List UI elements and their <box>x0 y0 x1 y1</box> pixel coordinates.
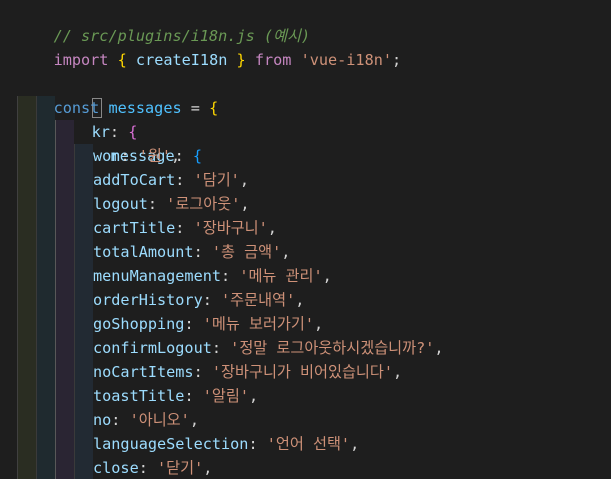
code-line-entry[interactable]: close: '닫기', <box>93 456 212 479</box>
entry-key: no <box>93 411 112 429</box>
entry-key: confirmLogout <box>93 339 212 357</box>
entry-value: '원' <box>138 147 171 165</box>
entry-key: addToCart <box>93 171 176 189</box>
module-string: 'vue-i18n' <box>300 51 392 69</box>
entry-key: cartTitle <box>93 219 176 237</box>
code-line-entry[interactable]: won: '원', <box>93 144 180 168</box>
code-line-message[interactable]: message: { <box>74 120 202 165</box>
code-editor[interactable]: // src/plugins/i18n.js (예시) import { cre… <box>0 0 611 479</box>
entry-key: noCartItems <box>93 363 194 381</box>
entry-value: '주문내역' <box>221 291 296 309</box>
entry-value: '닫기' <box>157 459 204 477</box>
indent-guide-4 <box>74 144 93 479</box>
entry-key: languageSelection <box>93 435 249 453</box>
entry-value: '메뉴 관리' <box>239 267 323 285</box>
indent-guide-3 <box>55 120 74 479</box>
entry-key: orderHistory <box>93 291 203 309</box>
code-line-kr[interactable]: kr: { <box>55 96 138 141</box>
code-line-entry[interactable]: menuManagement: '메뉴 관리', <box>93 264 332 288</box>
entry-value: '담기' <box>193 171 240 189</box>
entry-value: '언어 선택' <box>266 435 351 453</box>
entry-key: close <box>93 459 139 477</box>
function-name: createI18n <box>135 51 228 69</box>
entry-key: toastTitle <box>93 387 185 405</box>
indent-guide-line-4 <box>74 144 75 479</box>
code-line-entry[interactable]: no: '아니오', <box>93 408 199 432</box>
entry-value: '장바구니' <box>193 219 268 237</box>
entry-value: '메뉴 보러가기' <box>202 315 315 333</box>
brace-open: { <box>117 51 127 69</box>
indent-guide-line-3 <box>55 120 56 479</box>
keyword-import: import <box>53 51 109 69</box>
code-line-entry[interactable]: goShopping: '메뉴 보러가기', <box>93 312 323 336</box>
semicolon: ; <box>392 51 402 69</box>
brace-open: { <box>209 99 219 117</box>
indent-guide-2 <box>36 96 55 479</box>
code-line-entry[interactable]: confirmLogout: '정말 로그아웃하시겠습니까?', <box>93 336 444 360</box>
entry-key: won <box>93 147 121 165</box>
keyword-from: from <box>254 51 292 69</box>
brace-close: } <box>236 51 246 69</box>
entry-value: '아니오' <box>129 411 190 429</box>
indent-guide-1 <box>17 96 36 479</box>
entry-value: '알림' <box>202 387 249 405</box>
equals-sign: = <box>190 99 200 117</box>
code-line-entry[interactable]: noCartItems: '장바구니가 비어있습니다', <box>93 360 402 384</box>
entry-key: totalAmount <box>93 243 194 261</box>
indent-guide-line-1 <box>17 96 18 479</box>
code-line-entry[interactable]: orderHistory: '주문내역', <box>93 288 304 312</box>
code-line-import[interactable]: import { createI18n } from 'vue-i18n'; <box>17 24 402 69</box>
entry-key: goShopping <box>93 315 185 333</box>
code-line-entry[interactable]: totalAmount: '총 금액', <box>93 240 290 264</box>
entry-key: menuManagement <box>93 267 222 285</box>
entry-value: '정말 로그아웃하시겠습니까?' <box>230 339 435 357</box>
code-line-entry[interactable]: logout: '로그아웃', <box>93 192 250 216</box>
entry-value: '로그아웃' <box>166 195 241 213</box>
brace-open: { <box>192 147 203 165</box>
entry-value: '총 금액' <box>211 243 282 261</box>
entry-value: '장바구니가 비어있습니다' <box>211 363 394 381</box>
code-line-comment[interactable]: // src/plugins/i18n.js (예시) <box>17 0 311 45</box>
code-line-entry[interactable]: cartTitle: '장바구니', <box>93 216 277 240</box>
code-line-const[interactable]: const messages = { <box>17 72 219 117</box>
code-line-entry[interactable]: addToCart: '담기', <box>93 168 249 192</box>
code-line-entry[interactable]: toastTitle: '알림', <box>93 384 258 408</box>
code-line-entry[interactable]: languageSelection: '언어 선택', <box>93 432 359 456</box>
indent-guide-line-2 <box>36 96 37 479</box>
entry-key: logout <box>93 195 148 213</box>
